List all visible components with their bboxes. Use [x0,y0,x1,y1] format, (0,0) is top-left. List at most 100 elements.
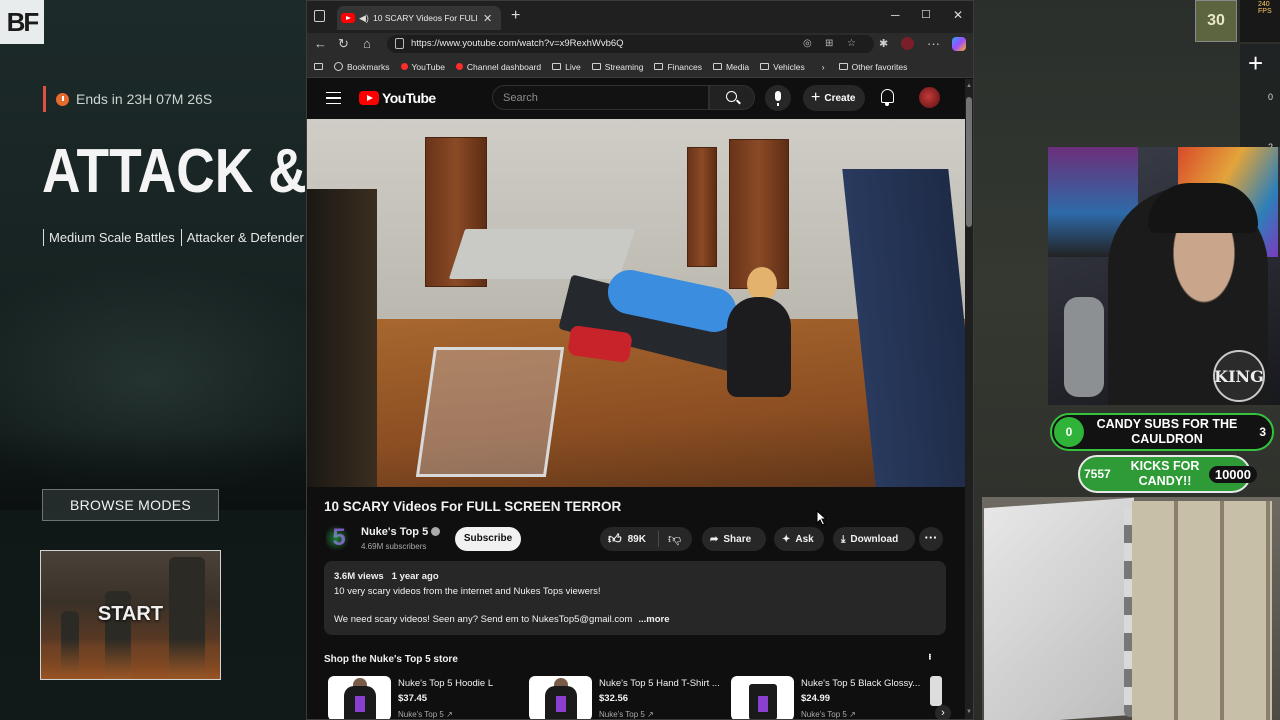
chevron-right-icon[interactable]: › [935,705,951,719]
store-heading: Shop the Nuke's Top 5 store [324,654,458,665]
bookmark-media[interactable]: Media [712,62,749,72]
video-frame-head [747,267,777,301]
address-bar[interactable]: https://www.youtube.com/watch?v=x9RexhWv… [387,35,874,53]
cursor-arrow-icon [816,510,828,526]
back-icon[interactable]: ← [314,37,327,51]
microphone [1064,297,1104,397]
globe-icon [334,62,343,71]
bookmark-other-favorites[interactable]: Other favorites [838,62,907,72]
channel-avatar[interactable]: 5 [326,523,352,553]
card-binder-cam [982,497,1280,720]
bookmark-live[interactable]: Live [552,62,581,72]
voice-search-button[interactable] [765,85,791,111]
copilot-icon[interactable] [952,37,966,51]
new-tab-icon[interactable]: + [511,7,520,25]
bookmarks-overflow-icon[interactable]: › [822,62,825,72]
menu-icon[interactable] [326,92,341,104]
video-player[interactable] [307,119,965,487]
video-frame-door [687,147,717,267]
product-price: $37.45 [398,693,428,704]
folder-icon [838,63,848,70]
product-source: Nuke's Top 5 ↗ [801,710,856,719]
browser-tab[interactable]: ◀) 10 SCARY Videos For FULL SCREEN TERRO… [337,6,501,30]
product-card[interactable]: Nuke's Top 5 Hoodie L $37.45 Nuke's Top … [326,676,526,719]
title-bar: ◀) 10 SCARY Videos For FULL SCREEN TERRO… [307,1,973,33]
profile-avatar[interactable] [901,37,914,50]
minimize-icon[interactable]: ─ [891,8,900,22]
download-label: Download [850,533,899,545]
kicks-current: 7557 [1084,467,1111,481]
thumbs-up-icon[interactable]: 👍︎ [608,531,622,547]
webcam-cap [1148,183,1258,233]
youtube-play-icon [359,91,379,105]
product-photo-detail [355,696,365,712]
account-avatar[interactable] [919,87,940,108]
game-mode-tags: Medium Scale Battles Attacker & Defender [43,229,304,246]
more-actions-button[interactable]: ··· [919,527,943,551]
description-box[interactable]: 3.6M views 1 year ago 10 very scary video… [324,561,946,635]
bookmark-channel-dashboard[interactable]: Channel dashboard [455,62,541,72]
like-count[interactable]: 89K [628,534,646,545]
speaker-icon[interactable]: ◀) [359,13,369,23]
rank-badge: 30 [1195,0,1237,42]
scrollbar-thumb[interactable] [966,97,972,227]
bookmark-vehicles[interactable]: Vehicles [760,62,805,72]
description-text: We need scary videos! Seen any? Send em … [334,614,633,625]
bookmark-streaming[interactable]: Streaming [591,62,643,72]
bookmark-youtube[interactable]: YouTube [400,61,445,72]
favorite-star-icon[interactable]: ☆ [847,38,856,49]
scroll-up-icon[interactable]: ▲ [966,83,972,89]
product-card-partial[interactable] [930,676,942,706]
plus-icon[interactable]: + [1248,50,1263,76]
product-card[interactable]: Nuke's Top 5 Black Glossy... $24.99 Nuke… [729,676,929,719]
notifications-bell-icon[interactable] [881,89,894,106]
close-tab-icon[interactable]: ✕ [483,12,492,25]
bookmark-finances[interactable]: Finances [654,62,702,72]
bookmark-bookmarks[interactable]: Bookmarks [334,62,390,72]
channel-name[interactable]: Nuke's Top 5 [361,526,441,538]
share-label: Share [723,533,752,545]
page-scrollbar[interactable]: ▲ ▼ [965,79,973,719]
youtube-logo[interactable]: YouTube [359,90,436,106]
bookmark-label: Live [565,61,581,72]
search-icon [726,91,737,102]
subscribe-button[interactable]: Subscribe [455,527,521,551]
upload-date: 1 year ago [391,571,439,582]
ask-button[interactable]: ✦ Ask [774,527,824,551]
youtube-favicon-icon [341,13,355,23]
refresh-icon[interactable]: ↻ [338,37,349,51]
create-button[interactable]: + Create [803,85,865,111]
side-count: 0 [1268,92,1274,102]
download-button[interactable]: ⤓ Download [833,527,915,551]
start-label: START [97,603,164,625]
read-aloud-icon[interactable]: ◎ [803,38,812,49]
show-more-link[interactable]: ...more [638,614,669,625]
share-button[interactable]: ➦ Share [702,527,766,551]
site-info-icon[interactable] [395,38,404,49]
home-icon[interactable]: ⌂ [363,37,371,51]
scroll-down-icon[interactable]: ▼ [966,709,972,715]
close-window-icon[interactable]: ✕ [953,8,963,22]
tab-actions-icon[interactable] [314,10,325,22]
browser-window: ◀) 10 SCARY Videos For FULL SCREEN TERRO… [306,0,974,720]
bookmark-sidebar-icon[interactable] [314,63,323,70]
product-name: Nuke's Top 5 Black Glossy... [801,678,921,689]
maximize-icon[interactable]: ☐ [921,8,931,21]
bookmarks-bar: Bookmarks YouTube Channel dashboard Live… [307,56,973,78]
store-menu-icon[interactable]: ··· [923,653,937,659]
extensions-icon[interactable]: ✱ [879,37,888,51]
settings-menu-icon[interactable]: ··· [927,37,940,51]
thumbs-down-icon[interactable]: 👎︎ [668,531,681,547]
video-meta: 3.6M views 1 year ago [334,571,447,582]
bookmark-label: YouTube [411,61,445,72]
start-button[interactable]: START [40,550,221,680]
download-icon: ⤓ [841,533,846,545]
search-input[interactable] [503,90,698,106]
split-screen-icon[interactable]: ⊞ [825,38,833,49]
binder-sheet [984,497,1134,720]
browse-modes-button[interactable]: BROWSE MODES [42,489,219,521]
tab-title: 10 SCARY Videos For FULL SCREEN TERROR [373,13,477,23]
subscriber-count: 4.69M subscribers [361,542,427,551]
product-card[interactable]: Nuke's Top 5 Hand T-Shirt ... $32.56 Nuk… [527,676,727,719]
search-button[interactable] [709,85,755,110]
